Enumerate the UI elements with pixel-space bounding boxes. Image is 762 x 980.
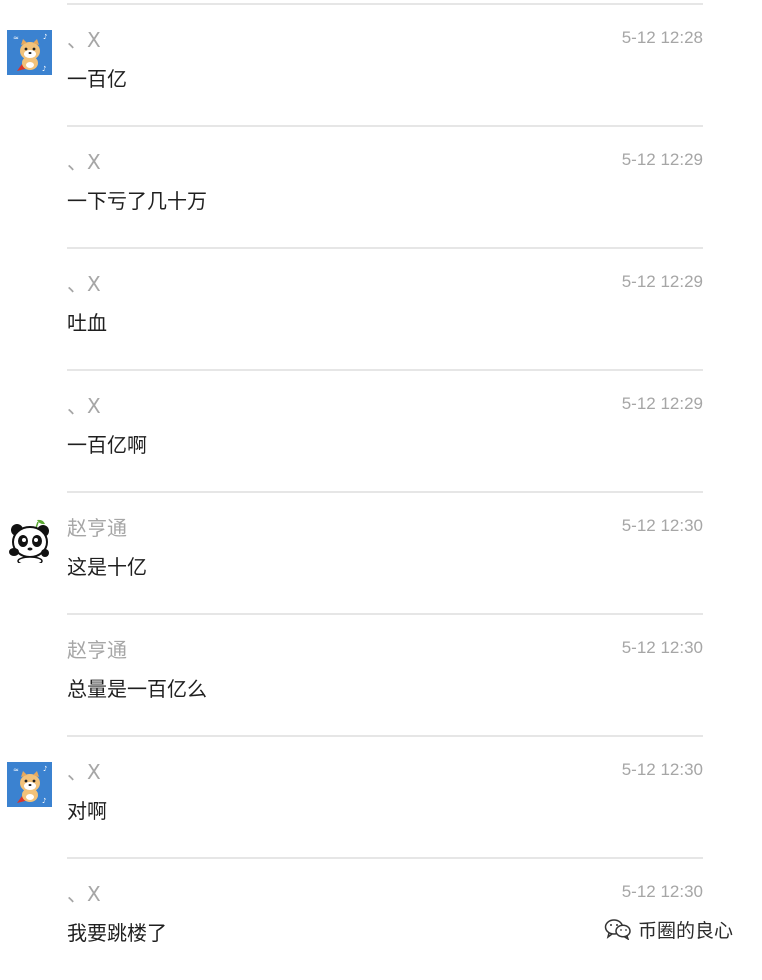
message-time: 5-12 12:29: [621, 150, 703, 169]
message-item[interactable]: ≈ ♪ ♪ 、X 5-12 12:30 对啊: [0, 736, 762, 858]
svg-text:♪: ♪: [43, 765, 47, 773]
message-text: 一百亿啊: [67, 433, 147, 457]
wechat-icon: [604, 918, 632, 940]
message-text: 一下亏了几十万: [67, 189, 207, 213]
message-text: 这是十亿: [67, 555, 147, 579]
svg-text:♪: ♪: [42, 65, 46, 73]
panda-avatar-icon[interactable]: [7, 518, 52, 563]
sender-name: 、X: [67, 150, 101, 174]
svg-text:≈: ≈: [13, 766, 19, 774]
dog-avatar-icon[interactable]: ≈ ♪ ♪: [7, 762, 52, 807]
dog-avatar-icon[interactable]: ≈ ♪ ♪: [7, 30, 52, 75]
message-text: 我要跳楼了: [67, 921, 167, 945]
message-text: 对啊: [67, 799, 107, 823]
chat-history-list: ≈ ♪ ♪ 、X 5-12 12:28 一百亿 、X 5-12 12:29 一下…: [0, 0, 762, 960]
sender-name: 赵亨通: [67, 516, 127, 540]
message-text: 吐血: [67, 311, 107, 335]
sender-name: 、X: [67, 760, 101, 784]
message-item[interactable]: 、X 5-12 12:29 吐血: [0, 248, 762, 370]
message-time: 5-12 12:30: [621, 516, 703, 535]
message-item[interactable]: 赵亨通 5-12 12:30 这是十亿: [0, 492, 762, 614]
sender-name: 、X: [67, 882, 101, 906]
watermark: 币圈的良心: [604, 914, 733, 944]
svg-text:≈: ≈: [13, 34, 19, 42]
message-time: 5-12 12:30: [621, 882, 703, 901]
message-item[interactable]: 赵亨通 5-12 12:30 总量是一百亿么: [0, 614, 762, 736]
message-item[interactable]: 、X 5-12 12:29 一下亏了几十万: [0, 126, 762, 248]
message-time: 5-12 12:29: [621, 394, 703, 413]
sender-name: 、X: [67, 394, 101, 418]
message-time: 5-12 12:30: [621, 638, 703, 657]
watermark-label: 币圈的良心: [638, 919, 734, 942]
sender-name: 、X: [67, 272, 101, 296]
message-text: 总量是一百亿么: [67, 677, 207, 701]
message-time: 5-12 12:28: [621, 28, 703, 47]
svg-text:♪: ♪: [42, 797, 46, 805]
message-time: 5-12 12:29: [621, 272, 703, 291]
message-text: 一百亿: [67, 67, 127, 91]
message-item[interactable]: ≈ ♪ ♪ 、X 5-12 12:28 一百亿: [0, 4, 762, 126]
sender-name: 、X: [67, 28, 101, 52]
sender-name: 赵亨通: [67, 638, 127, 662]
message-time: 5-12 12:30: [621, 760, 703, 779]
svg-text:♪: ♪: [43, 33, 47, 41]
message-item[interactable]: 、X 5-12 12:29 一百亿啊: [0, 370, 762, 492]
